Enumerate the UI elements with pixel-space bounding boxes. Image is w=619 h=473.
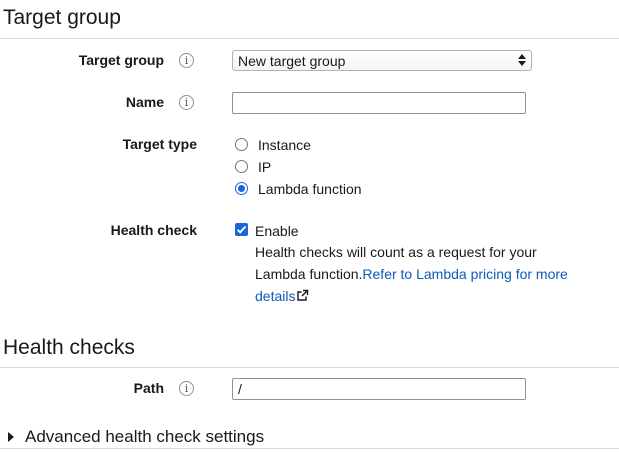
caret-right-icon	[8, 432, 14, 442]
name-label: Name	[125, 94, 164, 110]
external-link-icon	[297, 289, 309, 301]
target-type-radio-ip[interactable]	[235, 160, 248, 173]
select-arrows-icon	[518, 54, 526, 66]
health-check-enable-checkbox[interactable]	[235, 223, 248, 236]
advanced-health-check-settings-label: Advanced health check settings	[25, 427, 265, 446]
target-type-option-instance: Instance	[258, 137, 311, 153]
target-type-label: Target type	[122, 136, 197, 152]
checkmark-icon	[236, 225, 247, 234]
target-type-option-ip: IP	[258, 159, 272, 175]
section-divider	[0, 38, 619, 39]
info-icon[interactable]: i	[179, 53, 194, 68]
name-input[interactable]	[232, 92, 526, 114]
target-group-select-value: New target group	[238, 53, 346, 69]
health-check-desc-line-1: Health checks will count as a request fo…	[255, 244, 537, 260]
health-check-enable-label: Enable	[255, 223, 299, 239]
advanced-health-check-settings-toggle[interactable]: Advanced health check settings	[8, 427, 264, 447]
path-input[interactable]	[232, 378, 526, 400]
section-divider	[0, 367, 619, 368]
target-group-select[interactable]: New target group	[232, 50, 532, 71]
section-divider	[0, 448, 619, 449]
health-check-label: Health check	[110, 222, 197, 238]
info-icon[interactable]: i	[179, 95, 194, 110]
path-label: Path	[133, 380, 164, 396]
health-checks-section-title: Health checks	[3, 336, 135, 359]
health-check-description: Health checks will count as a request fo…	[255, 241, 595, 307]
health-check-desc-line-2: Lambda function.	[255, 266, 363, 282]
target-type-radio-lambda[interactable]	[235, 182, 248, 195]
info-icon[interactable]: i	[179, 381, 194, 396]
target-type-radio-instance[interactable]	[235, 138, 248, 151]
target-type-option-lambda: Lambda function	[258, 181, 362, 197]
target-group-section-title: Target group	[3, 6, 121, 29]
target-group-label: Target group	[78, 52, 164, 68]
